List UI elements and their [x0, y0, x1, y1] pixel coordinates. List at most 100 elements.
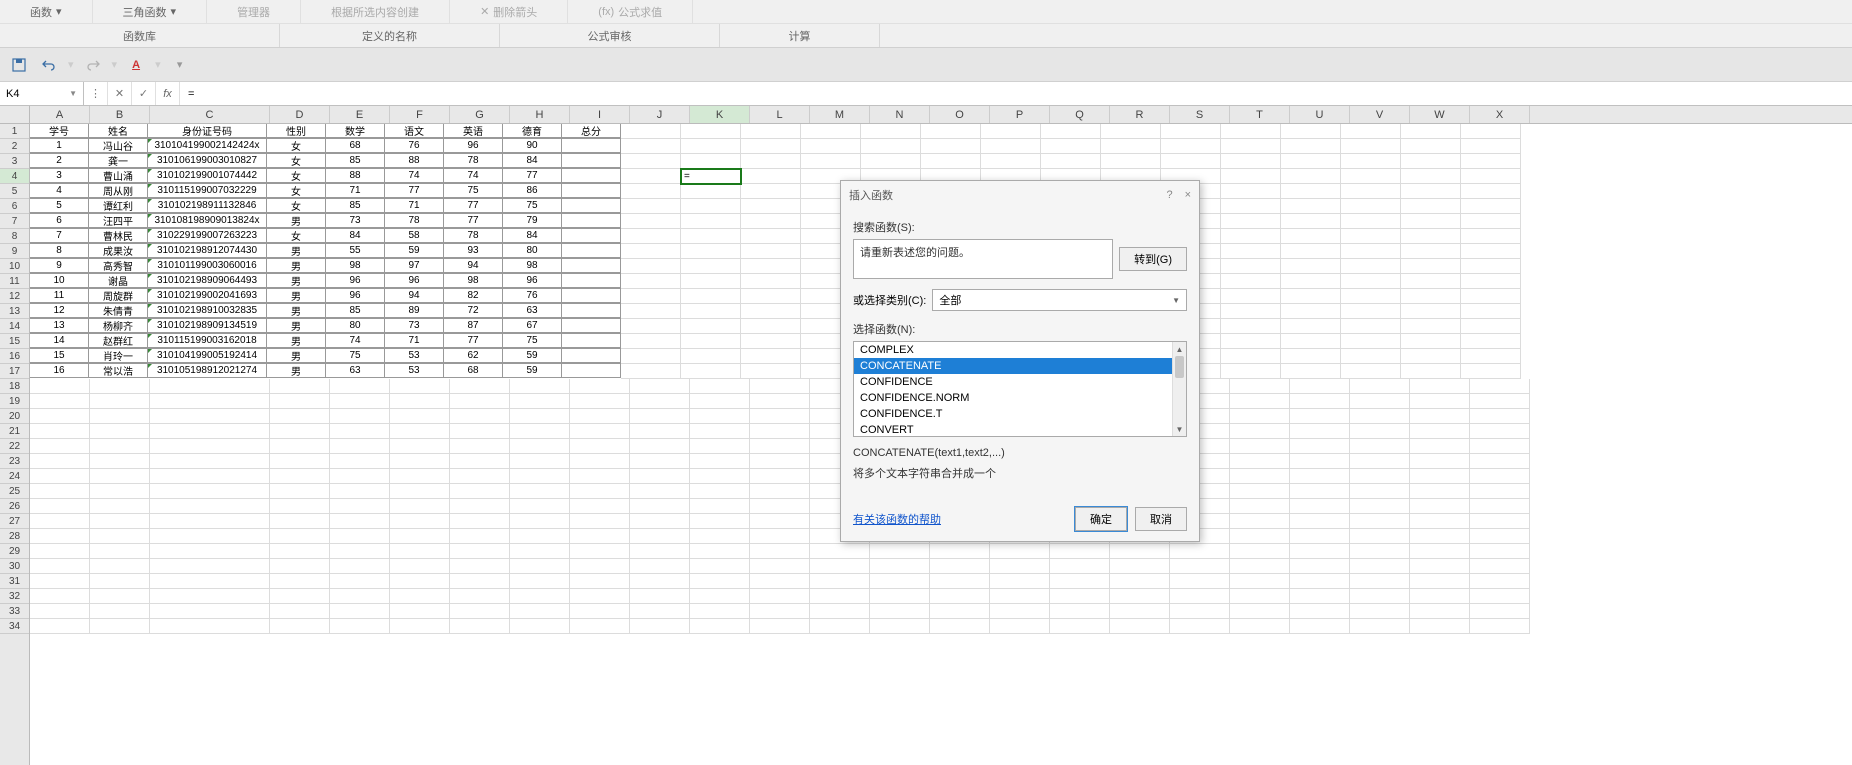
cell[interactable]: 80 [502, 243, 562, 258]
row-header-27[interactable]: 27 [0, 514, 29, 529]
cell[interactable] [390, 439, 450, 454]
cell[interactable] [1221, 199, 1281, 214]
cell[interactable]: 德育 [502, 124, 562, 138]
cell[interactable] [630, 529, 690, 544]
cell[interactable] [1281, 364, 1341, 379]
cell[interactable] [561, 273, 621, 288]
ribbon-item-remove-arrows[interactable]: ✕ 删除箭头 [450, 0, 568, 23]
cell[interactable]: 62 [443, 348, 503, 363]
cell[interactable] [570, 439, 630, 454]
cell[interactable] [810, 559, 870, 574]
cell[interactable] [1341, 169, 1401, 184]
cell[interactable] [1350, 604, 1410, 619]
cell[interactable] [1281, 334, 1341, 349]
cell[interactable] [30, 484, 90, 499]
cell[interactable] [621, 229, 681, 244]
cell[interactable] [90, 469, 150, 484]
cell[interactable] [1230, 619, 1290, 634]
cell[interactable]: 310108198909013824x [147, 213, 267, 228]
cell[interactable]: 75 [502, 333, 562, 348]
cell[interactable] [750, 379, 810, 394]
cell[interactable] [1461, 229, 1521, 244]
ok-button[interactable]: 确定 [1075, 507, 1127, 531]
cell[interactable]: 310102198912074430 [147, 243, 267, 258]
cell[interactable] [510, 394, 570, 409]
cell[interactable] [861, 154, 921, 169]
row-header-5[interactable]: 5 [0, 184, 29, 199]
cell[interactable] [1341, 184, 1401, 199]
cell[interactable] [1341, 229, 1401, 244]
cell[interactable] [870, 589, 930, 604]
cell[interactable] [390, 454, 450, 469]
cell[interactable] [870, 544, 930, 559]
cell[interactable] [150, 469, 270, 484]
cell[interactable]: 80 [325, 318, 385, 333]
cell[interactable] [450, 514, 510, 529]
cell[interactable] [330, 514, 390, 529]
cell[interactable] [1230, 499, 1290, 514]
dialog-titlebar[interactable]: 插入函数 ? × [841, 181, 1199, 209]
cell[interactable] [1290, 424, 1350, 439]
cell[interactable] [750, 499, 810, 514]
cell[interactable] [390, 619, 450, 634]
cell[interactable] [1461, 274, 1521, 289]
scroll-up-icon[interactable]: ▲ [1173, 342, 1186, 356]
dropdown-expand-icon[interactable]: ⋮ [84, 82, 108, 105]
undo-icon[interactable] [38, 54, 60, 76]
cell[interactable] [621, 169, 681, 184]
cell[interactable]: 88 [384, 153, 444, 168]
cell[interactable] [1350, 589, 1410, 604]
function-list-item[interactable]: CONFIDENCE.NORM [854, 390, 1172, 406]
col-header-L[interactable]: L [750, 106, 810, 123]
cell[interactable] [741, 319, 801, 334]
cell[interactable] [90, 439, 150, 454]
cell[interactable] [690, 379, 750, 394]
cell[interactable] [681, 274, 741, 289]
cell[interactable]: 96 [325, 273, 385, 288]
cell[interactable] [621, 139, 681, 154]
cell[interactable] [1401, 349, 1461, 364]
cell[interactable]: 74 [325, 333, 385, 348]
cell[interactable]: 310115199007032229 [147, 183, 267, 198]
cell[interactable] [1170, 589, 1230, 604]
cell[interactable]: 82 [443, 288, 503, 303]
cell[interactable] [1230, 529, 1290, 544]
cell[interactable] [1470, 604, 1530, 619]
cell[interactable] [741, 274, 801, 289]
cell[interactable] [750, 409, 810, 424]
cell[interactable] [1350, 544, 1410, 559]
cell[interactable]: 朱倩青 [88, 303, 148, 318]
cell[interactable] [1401, 364, 1461, 379]
cell[interactable] [1230, 589, 1290, 604]
cell[interactable] [150, 589, 270, 604]
cell[interactable] [690, 514, 750, 529]
row-header-9[interactable]: 9 [0, 244, 29, 259]
cell[interactable]: 男 [266, 273, 326, 288]
cell[interactable] [1281, 304, 1341, 319]
cell[interactable] [270, 619, 330, 634]
cell[interactable] [450, 499, 510, 514]
cell[interactable] [1350, 514, 1410, 529]
cell[interactable]: 12 [30, 303, 89, 318]
cell[interactable]: 常以浩 [88, 363, 148, 378]
cell[interactable] [1290, 544, 1350, 559]
cell[interactable] [1221, 259, 1281, 274]
cell[interactable] [570, 514, 630, 529]
cell[interactable] [390, 484, 450, 499]
cell[interactable] [630, 379, 690, 394]
cell[interactable] [390, 544, 450, 559]
cell[interactable]: 10 [30, 273, 89, 288]
cell[interactable] [681, 139, 741, 154]
row-header-31[interactable]: 31 [0, 574, 29, 589]
cell[interactable] [1410, 499, 1470, 514]
cell[interactable] [30, 454, 90, 469]
cell[interactable] [1350, 574, 1410, 589]
cell[interactable] [1221, 214, 1281, 229]
cell[interactable] [90, 559, 150, 574]
cell[interactable] [921, 124, 981, 139]
cell[interactable] [30, 604, 90, 619]
cell[interactable] [1230, 484, 1290, 499]
cell[interactable] [801, 124, 861, 139]
cell[interactable] [1230, 604, 1290, 619]
col-header-F[interactable]: F [390, 106, 450, 123]
